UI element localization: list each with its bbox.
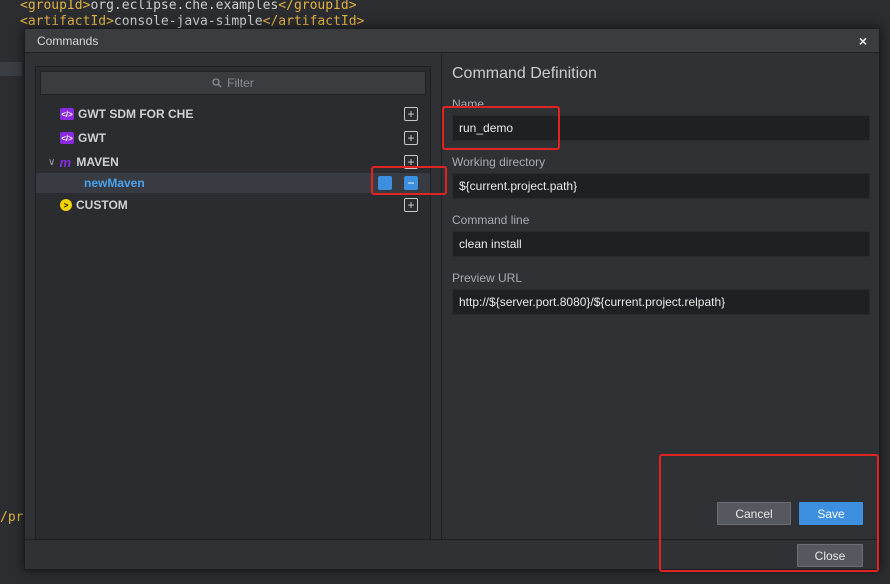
- close-button[interactable]: Close: [797, 544, 863, 567]
- command-label: newMaven: [84, 176, 145, 190]
- preview-url-field[interactable]: http://${server.port.8080}/${current.pro…: [452, 289, 870, 315]
- dialog-title: Commands: [37, 33, 99, 48]
- editor-gutter-highlight: [0, 62, 22, 76]
- gwt-icon: </>: [60, 108, 74, 120]
- category-label: CUSTOM: [76, 198, 128, 212]
- add-command-button[interactable]: +: [404, 198, 418, 212]
- name-field[interactable]: run_demo: [452, 115, 870, 141]
- commands-dialog: Commands × Filter </> GWT SDM FOR CHE + …: [24, 28, 881, 570]
- close-icon[interactable]: ×: [859, 33, 867, 49]
- gwt-icon: </>: [60, 132, 74, 144]
- tree-category-maven[interactable]: ∨ m MAVEN +: [36, 152, 430, 172]
- category-label: GWT SDM FOR CHE: [78, 107, 194, 121]
- code-line-groupid: <groupId>org.eclipse.che.examples</group…: [20, 0, 357, 13]
- tree-category-custom[interactable]: > CUSTOM +: [36, 195, 430, 215]
- custom-icon: >: [60, 199, 72, 211]
- add-command-button[interactable]: +: [404, 107, 418, 121]
- command-line-field[interactable]: clean install: [452, 231, 870, 257]
- command-definition-panel: Command Definition Name run_demo Working…: [452, 54, 872, 315]
- remove-command-button[interactable]: −: [404, 176, 418, 190]
- tree-category-gwt[interactable]: </> GWT +: [36, 128, 430, 148]
- maven-icon: m: [59, 154, 72, 170]
- commands-tree-panel: Filter </> GWT SDM FOR CHE + </> GWT + ∨…: [35, 66, 431, 540]
- filter-placeholder: Filter: [227, 76, 254, 90]
- preview-url-label: Preview URL: [452, 271, 523, 285]
- category-label: MAVEN: [76, 155, 119, 169]
- dialog-titlebar: Commands ×: [25, 29, 879, 53]
- filter-input[interactable]: Filter: [40, 71, 426, 95]
- category-label: GWT: [78, 131, 106, 145]
- name-label: Name: [452, 97, 485, 111]
- dialog-footer-divider: [25, 539, 881, 540]
- code-line-artifactid: <artifactId>console-java-simple</artifac…: [20, 14, 365, 29]
- cancel-button[interactable]: Cancel: [717, 502, 791, 525]
- chevron-down-icon[interactable]: ∨: [48, 157, 55, 168]
- working-directory-label: Working directory: [452, 155, 546, 169]
- panel-divider: [441, 54, 442, 540]
- save-button[interactable]: Save: [799, 502, 863, 525]
- tree-category-gwt-sdm[interactable]: </> GWT SDM FOR CHE +: [36, 104, 430, 124]
- command-line-label: Command line: [452, 213, 530, 227]
- working-directory-field[interactable]: ${current.project.path}: [452, 173, 870, 199]
- add-command-button[interactable]: +: [404, 155, 418, 169]
- section-title: Command Definition: [452, 65, 597, 82]
- search-icon: [212, 78, 222, 88]
- code-fragment: /pr: [0, 510, 24, 525]
- tree-command-newmaven[interactable]: newMaven −: [36, 173, 430, 193]
- duplicate-icon[interactable]: [378, 176, 392, 190]
- add-command-button[interactable]: +: [404, 131, 418, 145]
